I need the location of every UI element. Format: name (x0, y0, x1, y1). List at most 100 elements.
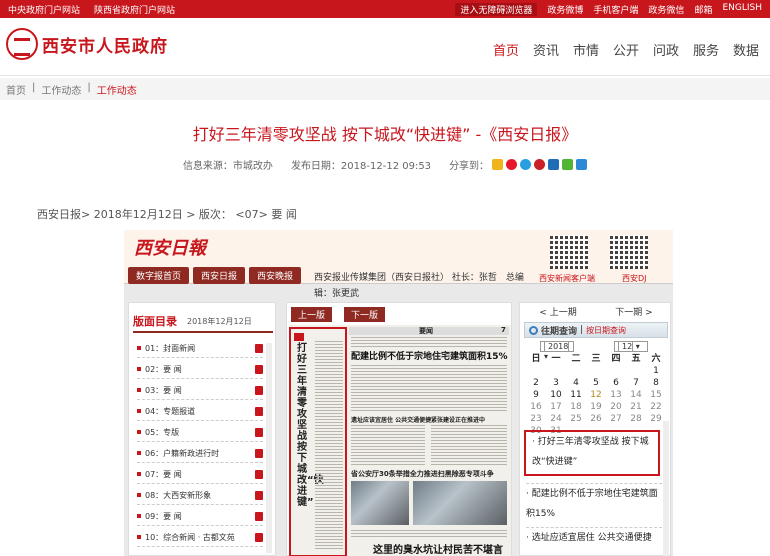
list-item[interactable]: 02：要 闻 (137, 360, 263, 379)
calendar-day[interactable]: 2 (526, 377, 546, 389)
calendar-day[interactable]: 27 (606, 413, 626, 425)
article-source: 信息来源：市城改办 (182, 161, 273, 172)
calendar-day[interactable]: 11 (566, 389, 586, 401)
calendar-day[interactable]: 16 (526, 401, 546, 413)
calendar-day[interactable]: 25 (566, 413, 586, 425)
calendar-weekday: 三 (591, 354, 601, 364)
calendar-day[interactable]: 1 (646, 365, 666, 377)
highlighted-article[interactable]: 打好三年清零攻坚战 按下城改“快进键” (289, 327, 347, 556)
topbar-link-mail[interactable]: 邮箱 (694, 3, 712, 16)
pdf-icon[interactable] (255, 365, 263, 374)
scrollbar[interactable] (663, 421, 669, 556)
next-issue-link[interactable]: 下一期 > (615, 305, 652, 319)
calendar-day[interactable]: 17 (546, 401, 566, 413)
list-item[interactable]: 03：要 闻 (137, 381, 263, 400)
calendar-day[interactable]: 18 (566, 401, 586, 413)
renren-icon[interactable] (548, 159, 560, 170)
breadcrumb-current[interactable]: 工作动态 (97, 82, 137, 97)
nav-service[interactable]: 服务 (686, 40, 726, 59)
pdf-icon[interactable] (255, 491, 263, 500)
calendar-day[interactable]: 21 (626, 401, 646, 413)
newspaper-viewer: 西安日報 数字报首页 西安日报 西安晚报 西安报业传媒集团（西安日报社） 社长：… (124, 230, 673, 556)
calendar-day[interactable]: 8 (646, 377, 666, 389)
prev-page-button[interactable]: 上一版 (291, 307, 333, 322)
topbar-link-weibo[interactable]: 政务微博 (547, 3, 583, 16)
calendar-day[interactable]: 13 (606, 389, 626, 401)
nav-inquiry[interactable]: 问政 (646, 40, 686, 59)
breadcrumb-home[interactable]: 首页 (6, 82, 26, 97)
calendar-day[interactable]: 7 (626, 377, 646, 389)
calendar-day (526, 365, 546, 377)
next-page-button[interactable]: 下一版 (344, 307, 386, 322)
topbar-link-shaanxi-gov[interactable]: 陕西省政府门户网站 (94, 3, 175, 16)
tab-digital-home[interactable]: 数字报首页 (128, 267, 190, 284)
weixin-icon[interactable] (562, 159, 574, 170)
calendar-day[interactable]: 24 (546, 413, 566, 425)
newspaper-tabs: 数字报首页 西安日报 西安晚报 (128, 267, 302, 284)
year-select[interactable]: 2018 ▾ (540, 341, 574, 361)
list-item[interactable]: 07：要 闻 (137, 465, 263, 484)
nav-public[interactable]: 公开 (606, 40, 646, 59)
archive-query-header: 往期查询 | 按日期查询 (524, 322, 668, 338)
qq-icon[interactable] (520, 159, 532, 170)
topbar-link-wechat[interactable]: 政务微信 (648, 3, 684, 16)
news-item[interactable]: · 选址应适宜居住 公共交通便捷 (526, 527, 662, 548)
calendar-day[interactable]: 20 (606, 401, 626, 413)
pdf-icon[interactable] (255, 470, 263, 479)
calendar-day[interactable]: 6 (606, 377, 626, 389)
pdf-icon[interactable] (255, 449, 263, 458)
calendar-day[interactable]: 10 (546, 389, 566, 401)
newspaper-page-image[interactable]: 要闻 7 打好三年清零攻坚战 按下城改“快进键” 配建比例不低于宗地住宅建筑面积… (289, 325, 511, 556)
pinterest-icon[interactable] (534, 159, 546, 170)
calendar-day[interactable]: 19 (586, 401, 606, 413)
month-select[interactable]: 12 ▾ (614, 341, 648, 352)
scrollbar[interactable] (266, 343, 272, 553)
calendar-day[interactable]: 26 (586, 413, 606, 425)
topbar-link-english[interactable]: ENGLISH (722, 3, 762, 16)
tab-xian-evening[interactable]: 西安晚报 (249, 267, 302, 284)
plus-icon[interactable] (576, 159, 588, 170)
pdf-icon[interactable] (255, 533, 263, 542)
list-item[interactable]: 04：专题报道 (137, 402, 263, 421)
topbar-link-central-gov[interactable]: 中央政府门户网站 (8, 3, 80, 16)
pdf-icon[interactable] (255, 344, 263, 353)
prev-issue-link[interactable]: < 上一期 (539, 305, 576, 319)
calendar-day[interactable]: 15 (646, 389, 666, 401)
pdf-icon[interactable] (255, 512, 263, 521)
pdf-icon[interactable] (255, 407, 263, 416)
calendar-day[interactable]: 3 (546, 377, 566, 389)
tab-xian-daily[interactable]: 西安日报 (193, 267, 246, 284)
news-item-highlighted[interactable]: · 打好三年清零攻坚战 按下城改“快进键” (524, 430, 660, 476)
list-item[interactable]: 06：户籍新政进行时 (137, 444, 263, 463)
pdf-icon[interactable] (255, 428, 263, 437)
calendar-day[interactable]: 4 (566, 377, 586, 389)
weibo-icon[interactable] (506, 159, 518, 170)
calendar-day[interactable]: 28 (626, 413, 646, 425)
pdf-icon[interactable] (255, 386, 263, 395)
topbar-link-mobile-client[interactable]: 手机客户端 (593, 3, 638, 16)
calendar-day[interactable]: 14 (626, 389, 646, 401)
nav-city-info[interactable]: 市情 (566, 40, 606, 59)
news-item[interactable]: · 配建比例不低于宗地住宅建筑面积15% (526, 483, 662, 524)
list-item[interactable]: 05：专版 (137, 423, 263, 442)
newspaper-logo: 西安日報 (134, 238, 206, 259)
nav-data[interactable]: 数据 (726, 40, 766, 59)
calendar-day[interactable]: 5 (586, 377, 606, 389)
list-item[interactable]: 08：大西安新形象 (137, 486, 263, 505)
calendar-day[interactable]: 12 (586, 389, 606, 401)
calendar-day[interactable]: 23 (526, 413, 546, 425)
list-item[interactable]: 01：封面新闻 (137, 339, 263, 358)
star-icon[interactable] (492, 159, 504, 170)
calendar-day[interactable]: 9 (526, 389, 546, 401)
list-item[interactable]: 10：综合新闻 · 古都文苑 (137, 528, 263, 547)
calendar-day (626, 365, 646, 377)
page-title: 打好三年清零攻坚战 按下城改“快进键” -《西安日报》 (192, 125, 578, 144)
nav-home[interactable]: 首页 (486, 40, 526, 59)
share-bar: 分享到： (449, 157, 588, 172)
accessibility-browser-link[interactable]: 进入无障碍浏览器 (455, 3, 538, 16)
breadcrumb-work-news[interactable]: 工作动态 (41, 82, 81, 97)
nav-news[interactable]: 资讯 (526, 40, 566, 59)
site-logo[interactable]: 西安市人民政府 (6, 28, 168, 60)
calendar-day[interactable]: 22 (646, 401, 666, 413)
list-item[interactable]: 09：要 闻 (137, 507, 263, 526)
